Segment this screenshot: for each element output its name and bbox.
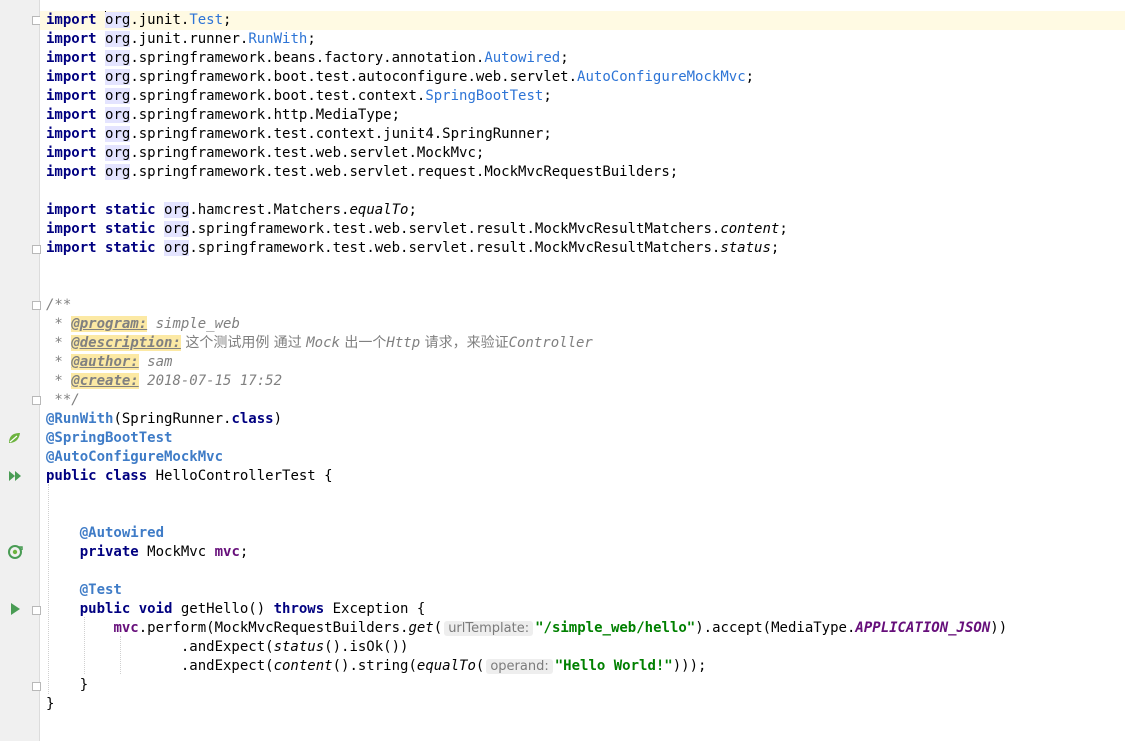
code-line[interactable]: import static org.springframework.test.w… [40,220,1125,239]
code-line[interactable]: import org.springframework.boot.test.aut… [40,68,1125,87]
code-area[interactable]: import org.junit.Test; import org.junit.… [40,0,1125,741]
javadoc-line[interactable]: * @program: simple_web [40,315,1125,334]
code-line[interactable]: .andExpect(status().isOk()) [40,638,1125,657]
code-line[interactable]: import static org.hamcrest.Matchers.equa… [40,201,1125,220]
code-line[interactable]: } [40,695,1125,714]
code-line[interactable]: import org.springframework.boot.test.con… [40,87,1125,106]
parameter-hint: urlTemplate: [444,621,534,636]
code-line[interactable]: @Autowired [40,524,1125,543]
spring-leaf-icon[interactable] [6,430,22,446]
code-line[interactable]: import org.springframework.http.MediaTyp… [40,106,1125,125]
code-line[interactable]: @RunWith(SpringRunner.class) [40,410,1125,429]
code-line[interactable]: import org.junit.runner.RunWith; [40,30,1125,49]
code-line[interactable]: private MockMvc mvc; [40,543,1125,562]
editor-gutter[interactable] [0,0,41,741]
javadoc-line[interactable]: * @author: sam [40,353,1125,372]
code-line[interactable]: import org.springframework.test.context.… [40,125,1125,144]
parameter-hint: operand: [486,659,553,674]
javadoc-line[interactable]: * @create: 2018-07-15 17:52 [40,372,1125,391]
code-line[interactable]: import org.springframework.beans.factory… [40,49,1125,68]
autowired-bean-icon[interactable] [7,544,23,560]
code-line[interactable]: public class HelloControllerTest { [40,467,1125,486]
code-line[interactable]: import org.springframework.test.web.serv… [40,163,1125,182]
code-line[interactable]: mvc.perform(MockMvcRequestBuilders.get(u… [40,619,1125,638]
code-line[interactable]: import org.springframework.test.web.serv… [40,144,1125,163]
code-line[interactable]: } [40,676,1125,695]
javadoc-tag: @author: [71,354,139,370]
javadoc-line[interactable]: /** [40,296,1125,315]
code-line[interactable]: @AutoConfigureMockMvc [40,448,1125,467]
code-editor[interactable]: import org.junit.Test; import org.junit.… [0,0,1125,741]
code-line[interactable]: import org.junit.Test; [40,11,1125,30]
run-test-icon[interactable] [7,601,23,617]
code-line[interactable]: .andExpect(content().string(equalTo(oper… [40,657,1125,676]
javadoc-line[interactable]: * @description: 这个测试用例 通过 Mock 出一个Http 请… [40,334,1125,353]
code-line[interactable]: @Test [40,581,1125,600]
javadoc-tag: @create: [71,373,139,389]
code-line[interactable]: public void getHello() throws Exception … [40,600,1125,619]
run-class-icon[interactable] [7,468,23,484]
code-line[interactable]: import static org.springframework.test.w… [40,239,1125,258]
javadoc-tag: @description: [71,335,181,351]
code-line[interactable]: @SpringBootTest [40,429,1125,448]
javadoc-tag: @program: [71,316,148,332]
javadoc-line[interactable]: **/ [40,391,1125,410]
